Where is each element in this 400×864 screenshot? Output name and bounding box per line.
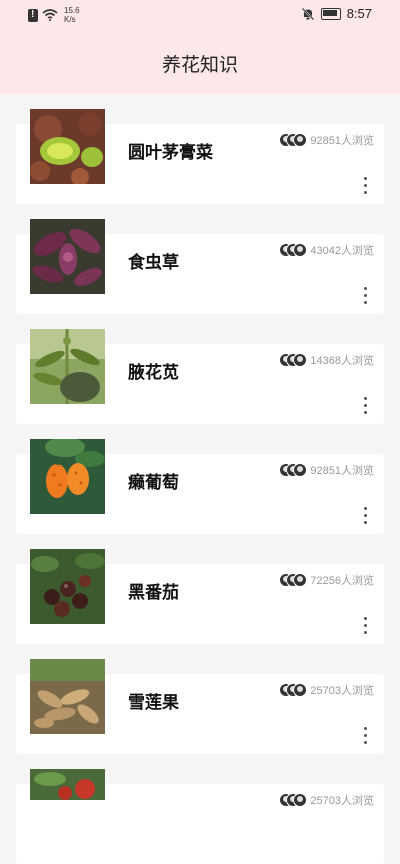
- sim-alert-icon: [28, 8, 38, 22]
- top-bar: 15.6 K/s 8:57 养花知识: [0, 0, 400, 94]
- view-count-label: 14368人浏览: [310, 355, 374, 367]
- wifi-icon: [42, 9, 58, 21]
- avatar: [293, 353, 308, 367]
- avatar: [293, 793, 308, 807]
- viewer-avatars: [279, 793, 308, 807]
- view-count-label: 25703人浏览: [310, 795, 374, 807]
- net-speed-value: 15.6: [64, 6, 80, 15]
- plant-image[interactable]: [30, 219, 105, 294]
- viewer-avatars: [279, 133, 308, 147]
- view-count: 43042人浏览: [279, 242, 374, 258]
- view-count-label: 92851人浏览: [310, 465, 374, 477]
- view-count: 25703人浏览: [279, 682, 374, 698]
- plant-image[interactable]: [30, 439, 105, 514]
- view-count-label: 72256人浏览: [310, 575, 374, 587]
- plant-name: 癞葡萄: [128, 473, 179, 493]
- avatar: [293, 133, 308, 147]
- clock: 8:57: [346, 6, 372, 21]
- plant-image[interactable]: [30, 659, 105, 734]
- plant-name: 圆叶茅膏菜: [128, 143, 213, 163]
- view-count-label: 92851人浏览: [310, 135, 374, 147]
- avatar: [293, 463, 308, 477]
- more-options-icon[interactable]: [364, 397, 368, 414]
- viewer-avatars: [279, 243, 308, 257]
- notifications-muted-icon: [301, 7, 314, 20]
- plant-image[interactable]: [30, 329, 105, 404]
- page-title: 养花知识: [161, 54, 238, 76]
- avatar: [293, 243, 308, 257]
- plant-image[interactable]: [30, 109, 105, 184]
- plant-image[interactable]: [30, 549, 105, 624]
- battery-icon: [320, 7, 341, 20]
- viewer-avatars: [279, 353, 308, 367]
- viewer-avatars: [279, 573, 308, 587]
- more-options-icon[interactable]: [364, 287, 368, 304]
- plant-name: 雪莲果: [128, 693, 179, 713]
- plant-name: 腋花苋: [128, 363, 179, 383]
- view-count-label: 43042人浏览: [310, 245, 374, 257]
- more-options-icon[interactable]: [364, 617, 368, 634]
- plant-name: 黑番茄: [128, 583, 179, 603]
- plant-name: 食虫草: [128, 253, 179, 273]
- view-count: 92851人浏览: [279, 132, 374, 148]
- status-bar: 15.6 K/s 8:57: [0, 0, 400, 28]
- avatar: [293, 683, 308, 697]
- view-count: 92851人浏览: [279, 462, 374, 478]
- more-options-icon[interactable]: [364, 727, 368, 744]
- view-count: 14368人浏览: [279, 352, 374, 368]
- net-speed-unit: K/s: [64, 15, 76, 24]
- viewer-avatars: [279, 463, 308, 477]
- view-count: 72256人浏览: [279, 572, 374, 588]
- viewer-avatars: [279, 683, 308, 697]
- net-speed: 15.6 K/s: [64, 6, 80, 24]
- view-count-label: 25703人浏览: [310, 685, 374, 697]
- more-options-icon[interactable]: [364, 177, 368, 194]
- avatar: [293, 573, 308, 587]
- more-options-icon[interactable]: [364, 507, 368, 524]
- plant-image[interactable]: [30, 769, 105, 800]
- view-count: 25703人浏览: [279, 792, 374, 808]
